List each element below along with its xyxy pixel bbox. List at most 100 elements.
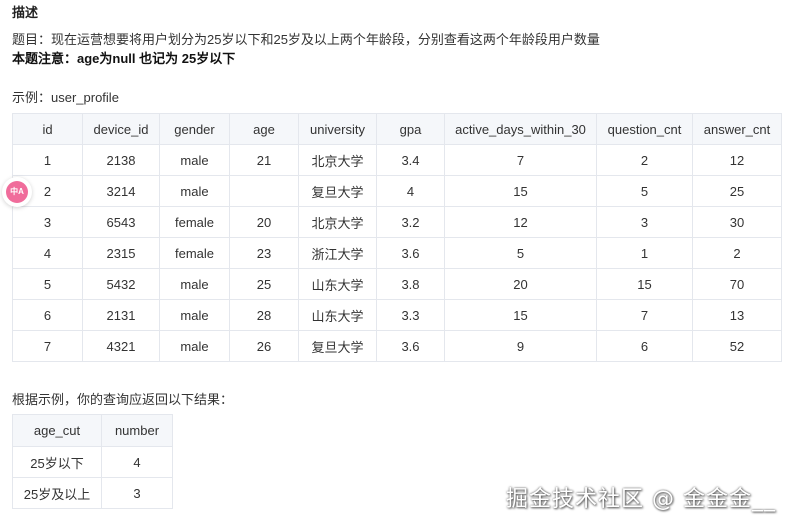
table-row: 5 5432 male 25 山东大学 3.8 20 15 70: [12, 268, 782, 300]
result-label: 根据示例，你的查询应返回以下结果：: [12, 392, 234, 407]
table-body: 1 2138 male 21 北京大学 3.4 7 2 12 2 3214 male 复旦大学 4 15 5 2…: [12, 144, 782, 362]
result-header-cell: number: [101, 414, 173, 447]
table-cell: 52: [692, 330, 782, 362]
table-cell: 7: [12, 330, 83, 362]
table-cell: 5: [596, 175, 693, 207]
table-cell: 2: [692, 237, 782, 269]
table-cell: 2: [596, 144, 693, 176]
table-cell: 1: [596, 237, 693, 269]
table-cell: 26: [229, 330, 299, 362]
table-cell: 3214: [82, 175, 160, 207]
problem-text: 题目：现在运营想要将用户划分为25岁以下和25岁及以上两个年龄段，分别查看这两个…: [12, 32, 600, 47]
watermark: 掘金技术社区 @ 金金金__: [506, 487, 776, 512]
table-cell: 70: [692, 268, 782, 300]
table-cell: 21: [229, 144, 299, 176]
table-cell: 浙江大学: [298, 237, 377, 269]
result-cell: 3: [101, 477, 173, 509]
table-cell: 12: [692, 144, 782, 176]
table-cell: 7: [596, 299, 693, 331]
table-cell: 30: [692, 206, 782, 238]
table-cell: 3: [12, 206, 83, 238]
table-header-cell: question_cnt: [596, 113, 693, 145]
table-cell: 北京大学: [298, 206, 377, 238]
table-cell: 2138: [82, 144, 160, 176]
table-cell: female: [159, 237, 230, 269]
table-cell: male: [159, 175, 230, 207]
section-heading: 描述: [12, 5, 39, 20]
result-header-cell: age_cut: [12, 414, 102, 447]
translate-button[interactable]: 中A: [2, 177, 32, 207]
table-cell: 23: [229, 237, 299, 269]
note-text: 本题注意：age为null 也记为 25岁以下: [12, 51, 236, 66]
table-cell: 北京大学: [298, 144, 377, 176]
table-cell: 3.6: [376, 237, 445, 269]
user-profile-table: id device_id gender age university gpa active_…: [12, 113, 782, 362]
result-cell: 25岁以下: [12, 446, 102, 478]
table-cell: 15: [444, 175, 597, 207]
table-cell: 25: [692, 175, 782, 207]
table-cell: 20: [444, 268, 597, 300]
table-cell: 1: [12, 144, 83, 176]
table-header-cell: age: [229, 113, 299, 145]
table-cell: 2131: [82, 299, 160, 331]
table-cell: 5432: [82, 268, 160, 300]
table-cell: 12: [444, 206, 597, 238]
table-row: 1 2138 male 21 北京大学 3.4 7 2 12: [12, 144, 782, 176]
table-cell: 山东大学: [298, 268, 377, 300]
table-cell: 6: [12, 299, 83, 331]
table-row: 3 6543 female 20 北京大学 3.2 12 3 30: [12, 206, 782, 238]
table-cell: 6543: [82, 206, 160, 238]
table-row: 4 2315 female 23 浙江大学 3.6 5 1 2: [12, 237, 782, 269]
result-row: 25岁以下 4: [12, 446, 173, 478]
table-cell: female: [159, 206, 230, 238]
table-cell: 4: [376, 175, 445, 207]
table-cell: 复旦大学: [298, 330, 377, 362]
table-header-cell: gpa: [376, 113, 445, 145]
table-cell: 9: [444, 330, 597, 362]
table-header-cell: device_id: [82, 113, 160, 145]
result-header-row: age_cut number: [12, 414, 173, 447]
table-row: 2 3214 male 复旦大学 4 15 5 25: [12, 175, 782, 207]
table-cell: 15: [596, 268, 693, 300]
table-cell: 7: [444, 144, 597, 176]
table-cell: 3: [596, 206, 693, 238]
table-cell: 3.4: [376, 144, 445, 176]
table-cell: 4321: [82, 330, 160, 362]
result-table: age_cut number 25岁以下 4 25岁及以上 3: [12, 414, 173, 509]
table-cell: 复旦大学: [298, 175, 377, 207]
table-cell: 5: [12, 268, 83, 300]
table-header-cell: active_days_within_30: [444, 113, 597, 145]
table-header-row: id device_id gender age university gpa active_…: [12, 113, 782, 145]
table-cell: male: [159, 268, 230, 300]
table-cell: 15: [444, 299, 597, 331]
table-cell: 25: [229, 268, 299, 300]
translate-icon: 中A: [6, 181, 28, 203]
table-cell: 山东大学: [298, 299, 377, 331]
table-header-cell: id: [12, 113, 83, 145]
table-cell: 3.8: [376, 268, 445, 300]
table-cell: 13: [692, 299, 782, 331]
result-body: 25岁以下 4 25岁及以上 3: [12, 446, 173, 509]
example-label: 示例：user_profile: [12, 90, 119, 105]
table-row: 7 4321 male 26 复旦大学 3.6 9 6 52: [12, 330, 782, 362]
table-cell: 3.3: [376, 299, 445, 331]
table-header-cell: university: [298, 113, 377, 145]
result-row: 25岁及以上 3: [12, 477, 173, 509]
table-cell: 28: [229, 299, 299, 331]
result-cell: 4: [101, 446, 173, 478]
table-cell: 20: [229, 206, 299, 238]
table-cell: male: [159, 144, 230, 176]
table-cell: 3.2: [376, 206, 445, 238]
table-cell: male: [159, 299, 230, 331]
table-row: 6 2131 male 28 山东大学 3.3 15 7 13: [12, 299, 782, 331]
table-cell: 3.6: [376, 330, 445, 362]
table-cell: male: [159, 330, 230, 362]
table-cell: 2315: [82, 237, 160, 269]
table-cell: [229, 175, 299, 207]
table-cell: 6: [596, 330, 693, 362]
table-header-cell: gender: [159, 113, 230, 145]
result-cell: 25岁及以上: [12, 477, 102, 509]
table-cell: 5: [444, 237, 597, 269]
table-header-cell: answer_cnt: [692, 113, 782, 145]
table-cell: 4: [12, 237, 83, 269]
